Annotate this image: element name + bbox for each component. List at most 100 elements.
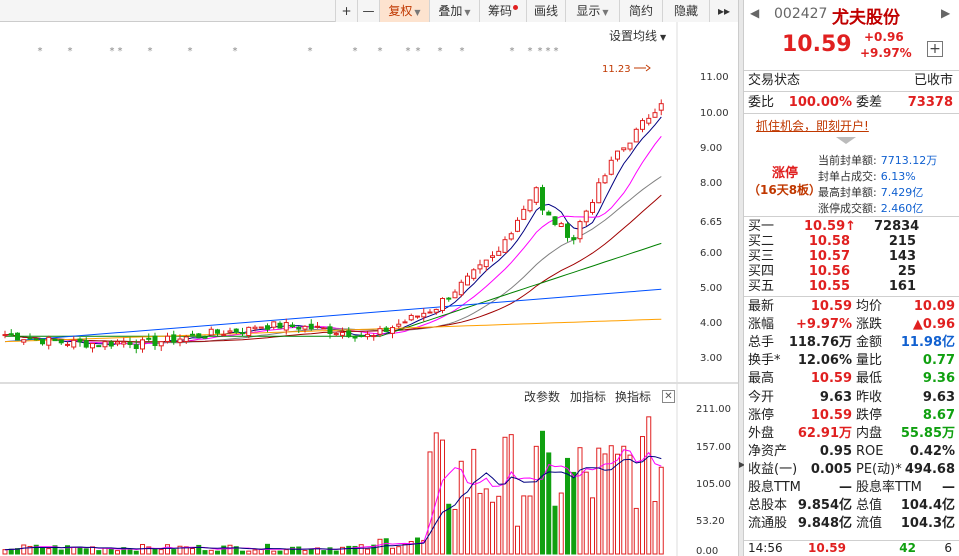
stats-row: 今开 9.63 昨收 9.63 <box>744 389 959 406</box>
stat-label: 流值 <box>856 516 883 532</box>
event-star-icon: * <box>378 46 383 57</box>
switch-indicator-link[interactable]: 换指标 <box>615 388 651 405</box>
stat-value: 55.85万 <box>900 425 955 441</box>
hide-button[interactable]: 隐藏 <box>662 0 709 22</box>
candle-body <box>202 336 208 339</box>
prev-stock-icon[interactable]: ◀ <box>750 6 759 20</box>
fuquan-button[interactable]: 复权 ▼ <box>379 0 429 22</box>
volume-bar <box>590 497 595 555</box>
chips-button[interactable]: 筹码 <box>479 0 526 22</box>
change-params-link[interactable]: 改参数 <box>524 388 560 405</box>
stat-value: 10.09 <box>913 299 955 314</box>
candle-body <box>152 335 158 347</box>
volume-bar <box>296 546 302 555</box>
candle-body <box>583 210 589 223</box>
collapse-caret-icon[interactable] <box>836 137 856 144</box>
volume-bar <box>202 550 208 555</box>
stats-row: 净资产 0.95 ROE 0.42% <box>744 443 959 460</box>
volume-bar <box>440 439 445 555</box>
candle-body <box>533 187 539 203</box>
simple-button[interactable]: 简约 <box>619 0 662 22</box>
limit-up-details: 当前封单额: 7713.12万 封单占成交: 6.13% 最高封单额: 7.429亿 … <box>812 152 957 218</box>
candle-body <box>596 182 602 204</box>
stat-value: 9.854亿 <box>797 498 852 514</box>
volume-bar <box>346 545 352 555</box>
volume-bar <box>321 550 327 555</box>
stat-value: 118.76万 <box>788 335 852 351</box>
close-indicator-button[interactable]: ✕ <box>662 390 675 403</box>
volume-bar <box>583 471 589 555</box>
volume-bar <box>458 460 464 555</box>
quote-panel: ◀ 002427 尤夫股份 ▶ 10.59 +0.96 +9.97% + 交易状… <box>744 0 959 556</box>
display-button[interactable]: 显示 ▼ <box>565 0 619 22</box>
candle-body <box>565 223 570 238</box>
stock-name: 尤夫股份 <box>832 8 900 28</box>
event-star-icon: * <box>406 46 411 57</box>
event-star-icon: * <box>510 46 515 57</box>
add-watchlist-button[interactable]: + <box>927 41 943 57</box>
volume-bar <box>390 547 395 555</box>
weibi-value: 100.00% <box>788 95 852 110</box>
volume-bar <box>58 549 64 555</box>
volume-bar <box>46 548 52 555</box>
stat-value: ▲0.96 <box>912 317 955 333</box>
caret-down-icon: ▼ <box>414 8 421 17</box>
plus-icon: + <box>929 41 941 57</box>
candle-body <box>502 239 508 253</box>
next-stock-icon[interactable]: ▶ <box>941 6 950 20</box>
limit-up-title: 涨停 <box>772 166 799 181</box>
stat-label: 均价 <box>856 299 883 314</box>
candle-body <box>427 311 433 314</box>
candle-body <box>165 335 170 342</box>
stat-label: 流通股 <box>748 516 788 532</box>
fuquan-label: 复权 <box>388 4 413 18</box>
candle-body <box>127 341 133 345</box>
candle-body <box>615 150 620 160</box>
add-indicator-link[interactable]: 加指标 <box>570 388 606 405</box>
volume-bar <box>227 544 233 555</box>
candle-body <box>27 337 33 340</box>
volume-bar <box>252 549 258 555</box>
volume-bar <box>190 548 195 555</box>
zoom-out-button[interactable]: — <box>357 0 379 22</box>
volume-bar <box>502 436 508 555</box>
ma-settings-link[interactable]: 设置均线 ▼ <box>609 27 666 44</box>
stat-value: 104.4亿 <box>900 498 955 514</box>
zoom-in-button[interactable]: + <box>335 0 357 22</box>
open-account-link[interactable]: 抓住机会，即刻开户! <box>756 117 869 134</box>
candle-body <box>633 128 639 143</box>
event-star-icon: * <box>68 46 73 57</box>
price-tick-label: 11.00 <box>700 72 729 83</box>
volume-bar <box>96 550 102 555</box>
chart-canvas[interactable]: * * * * * * * * * * * * * * * * * * * 11.0010.009.008.006.… <box>0 22 738 556</box>
stats-row: 收益(一) 0.005 PE(动)* 494.68 <box>744 461 959 478</box>
draw-line-button[interactable]: 画线 <box>526 0 565 22</box>
bid-row: 买五 10.55 161 <box>748 279 916 294</box>
stats-row: 涨幅 +9.97% 涨跌 ▲0.96 <box>744 316 959 333</box>
chart-area[interactable]: * * * * * * * * * * * * * * * * * * * 11.00 10.00 9.00 8.00 6.… <box>0 22 738 556</box>
tick-row: 14:56 10.59 42 6 <box>744 541 959 556</box>
volume-bar <box>552 505 558 555</box>
candle-body <box>552 216 558 225</box>
volume-bar <box>158 549 164 555</box>
price-tick-label: 3.00 <box>700 353 722 364</box>
price-change: +0.96 <box>864 30 904 44</box>
volume-bar <box>427 451 433 555</box>
candle-body <box>233 328 239 333</box>
candle-body <box>40 338 45 345</box>
stat-value: 104.3亿 <box>900 516 955 532</box>
candle-body <box>90 342 95 349</box>
event-star-icon: * <box>538 46 543 57</box>
more-button[interactable]: ▸▸ <box>709 0 738 22</box>
overlay-button[interactable]: 叠加 ▼ <box>429 0 479 22</box>
stat-label: 最高 <box>748 371 775 387</box>
candle-body <box>252 326 258 330</box>
volume-bar <box>396 546 402 555</box>
event-star-icon: * <box>38 46 43 57</box>
stat-value: 9.36 <box>922 371 955 387</box>
candle-body <box>65 343 70 346</box>
volume-bar <box>640 436 645 555</box>
weicha-label: 委差 <box>856 95 883 110</box>
stat-label: 最低 <box>856 371 883 387</box>
caret-down-icon: ▼ <box>602 8 609 17</box>
